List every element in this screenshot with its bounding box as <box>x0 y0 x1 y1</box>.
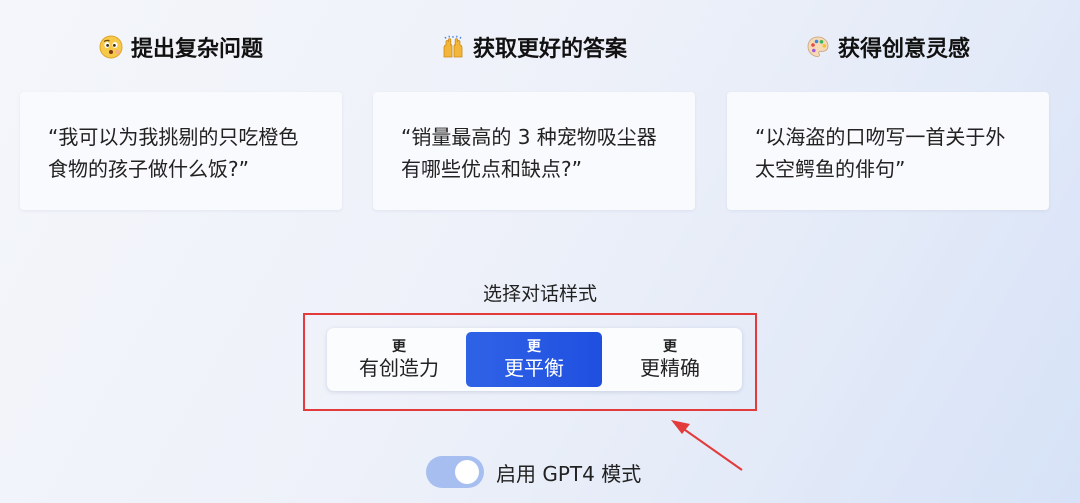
example-prompt-text: “我可以为我挑剔的只吃橙色食物的孩子做什么饭?” <box>48 125 299 181</box>
artist-palette-icon <box>806 35 830 59</box>
raising-hands-icon <box>441 35 465 59</box>
feature-title: 获得创意灵感 <box>727 30 1049 64</box>
tone-option-label: 更精确 <box>640 355 700 380</box>
tone-option-creative[interactable]: 更 有创造力 <box>331 332 467 387</box>
annotation-arrow <box>671 420 743 471</box>
example-prompt-card[interactable]: “销量最高的 3 种宠物吸尘器有哪些优点和缺点?” <box>373 92 695 210</box>
example-prompt-text: “销量最高的 3 种宠物吸尘器有哪些优点和缺点?” <box>401 125 657 181</box>
feature-title-text: 提出复杂问题 <box>130 37 263 62</box>
example-prompt-text: “以海盗的口吻写一首关于外太空鳄鱼的俳句” <box>755 125 1006 181</box>
example-prompt-card[interactable]: “我可以为我挑剔的只吃橙色食物的孩子做什么饭?” <box>20 92 342 210</box>
feature-title-text: 获得创意灵感 <box>837 37 970 62</box>
tone-selector-label: 选择对话样式 <box>482 283 597 305</box>
tone-option-label: 更平衡 <box>504 355 564 380</box>
tone-option-prefix: 更 <box>392 338 406 355</box>
example-prompt-card[interactable]: “以海盗的口吻写一首关于外太空鳄鱼的俳句” <box>727 92 1049 210</box>
tone-option-label: 有创造力 <box>359 355 439 380</box>
tone-option-balanced[interactable]: 更 更平衡 <box>466 332 602 387</box>
tone-option-prefix: 更 <box>527 338 541 355</box>
feature-title: 获取更好的答案 <box>373 30 695 64</box>
gpt4-mode-row: 启用 GPT4 模式 <box>426 454 641 490</box>
tone-option-precise[interactable]: 更 更精确 <box>602 332 738 387</box>
tone-option-prefix: 更 <box>663 338 677 355</box>
tone-selector: 更 有创造力 更 更平衡 更 更精确 <box>327 328 742 391</box>
gpt4-mode-toggle[interactable] <box>426 456 484 488</box>
gpt4-mode-label: 启用 GPT4 模式 <box>496 461 642 486</box>
feature-title-text: 获取更好的答案 <box>472 37 627 62</box>
feature-title: 提出复杂问题 <box>20 30 342 64</box>
thinking-face-icon <box>99 35 123 59</box>
toggle-knob <box>455 460 479 484</box>
